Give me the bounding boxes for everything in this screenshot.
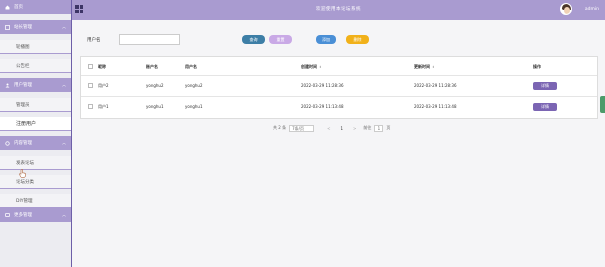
table-header: 昵称 账户名 用户名 创建时间 ⇕ 更新时间 ⇕ 操作 (81, 57, 597, 76)
prev-page-button[interactable]: < (327, 126, 330, 131)
sidebar-section-users[interactable]: 用户管理 ︿ (0, 78, 71, 92)
sidebar-home-label: 首页 (14, 5, 23, 10)
cell-account: yonghu1 (146, 104, 164, 109)
cell-nickname: 用户2 (98, 83, 109, 88)
sidebar-item-notice[interactable]: 公告栏 (0, 59, 71, 73)
top-bar: 欢迎使用本论坛系统 admin (72, 0, 605, 20)
sidebar-item-diy[interactable]: DIY管理 (0, 194, 71, 208)
next-page-button[interactable]: > (353, 126, 356, 131)
detail-button[interactable]: 详情 (533, 103, 557, 111)
header-nickname[interactable]: 昵称 (98, 64, 106, 70)
cell-updated: 2022-03-29 11:28:36 (414, 83, 457, 88)
goto-suffix: 页 (386, 125, 391, 130)
sidebar-section-more[interactable]: 更多管理 ︿ (0, 208, 71, 222)
header-created[interactable]: 创建时间 ⇕ (301, 64, 322, 70)
reset-button[interactable]: 重置 (269, 35, 292, 44)
sidebar-section-label: 更多管理 (14, 213, 32, 218)
select-all-checkbox[interactable] (88, 64, 93, 69)
sidebar-item-admin[interactable]: 管理员 (0, 98, 71, 112)
cell-account: yonghu2 (146, 83, 164, 88)
cell-created: 2022-03-29 11:28:36 (301, 83, 344, 88)
gear-icon (5, 140, 10, 146)
detail-button[interactable]: 详情 (533, 82, 557, 90)
cell-nickname: 用户1 (98, 104, 109, 109)
search-button[interactable]: 查询 (242, 35, 265, 44)
sidebar-item-registered-users[interactable]: 注册用户 (0, 117, 71, 131)
cell-username: yonghu1 (185, 104, 203, 109)
goto-page-input[interactable]: 1 (374, 124, 384, 132)
table-row: 用户1 yonghu1 yonghu1 2022-03-29 11:13:48 … (81, 97, 597, 118)
user-icon (5, 83, 10, 88)
sidebar-item-forum-category[interactable]: 论坛分类 (0, 175, 71, 189)
users-table: 昵称 账户名 用户名 创建时间 ⇕ 更新时间 ⇕ 操作 用户2 yonghu2 yo… (80, 56, 598, 119)
add-button[interactable]: 添加 (316, 35, 336, 44)
goto-label: 前往 (363, 125, 372, 130)
delete-button[interactable]: 删除 (346, 35, 369, 44)
search-bar: 用户名 (87, 33, 597, 47)
chevron-up-icon: ︿ (62, 82, 66, 87)
sidebar-section-label: 内容管理 (14, 141, 32, 146)
cell-username: yonghu2 (185, 83, 203, 88)
cell-created: 2022-03-29 11:13:48 (301, 104, 344, 109)
username-search-input[interactable] (119, 34, 180, 45)
header-username[interactable]: 用户名 (185, 64, 197, 70)
sort-icon[interactable]: ⇕ (319, 65, 322, 69)
sidebar-item-carousel[interactable]: 轮播图 (0, 40, 71, 54)
chat-icon (5, 212, 10, 218)
sidebar-section-label: 站长管理 (14, 25, 32, 30)
page-title: 欢迎使用本论坛系统 (316, 7, 361, 12)
main-content: 用户名 查询 重置 添加 删除 昵称 账户名 用户名 创建时间 ⇕ 更新时间 ⇕ 操… (73, 20, 605, 267)
grid-icon (5, 24, 10, 30)
avatar[interactable] (560, 3, 572, 15)
sort-icon[interactable]: ⇕ (432, 65, 435, 69)
chevron-up-icon: ︿ (62, 140, 66, 145)
page-size-select[interactable]: 7条/页 (289, 124, 315, 132)
sidebar: 首页 站长管理 ︿ 轮播图 公告栏 用户管理 ︿ 管理员 注册用户 内容管理 ︿… (0, 0, 72, 267)
table-row: 用户2 yonghu2 yonghu2 2022-03-29 11:28:36 … (81, 76, 597, 97)
hand-cursor-icon (19, 169, 26, 178)
pagination: 共 2 条 7条/页 < 1 > 前往 1 页 (273, 124, 390, 132)
sidebar-item-post-forum[interactable]: 发表论坛 (0, 156, 71, 170)
chevron-up-icon: ︿ (62, 24, 66, 29)
page-number[interactable]: 1 (340, 126, 343, 131)
cell-updated: 2022-03-29 11:13:48 (414, 104, 457, 109)
row-checkbox[interactable] (88, 104, 93, 109)
sidebar-section-label: 用户管理 (14, 83, 32, 88)
header-updated[interactable]: 更新时间 ⇕ (414, 64, 435, 70)
sidebar-section-site[interactable]: 站长管理 ︿ (0, 20, 71, 34)
sidebar-section-content[interactable]: 内容管理 ︿ (0, 136, 71, 150)
sidebar-home[interactable]: 首页 (0, 0, 71, 14)
total-count: 共 2 条 (273, 125, 287, 130)
side-scroll-tab[interactable] (600, 96, 605, 113)
row-checkbox[interactable] (88, 83, 93, 88)
header-action: 操作 (533, 64, 541, 69)
home-icon (5, 5, 10, 10)
search-label: 用户名 (87, 38, 101, 43)
header-account[interactable]: 账户名 (146, 64, 158, 70)
chevron-up-icon: ︿ (62, 212, 66, 217)
username[interactable]: admin (585, 7, 599, 12)
